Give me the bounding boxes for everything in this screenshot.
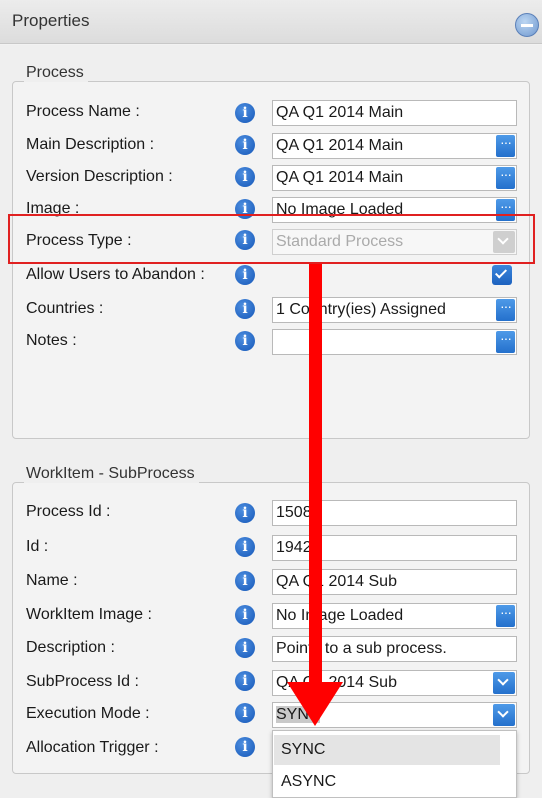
info-icon[interactable]: i <box>235 605 255 625</box>
more-icon[interactable] <box>496 298 515 321</box>
panel-header: Properties <box>0 0 542 44</box>
info-icon[interactable]: i <box>235 638 255 658</box>
description-label: Description : <box>26 639 115 656</box>
process-legend: Process <box>24 64 88 82</box>
info-icon[interactable]: i <box>235 103 255 123</box>
info-icon[interactable]: i <box>235 737 255 757</box>
more-icon[interactable] <box>496 166 515 189</box>
workitem-image-label: WorkItem Image : <box>26 606 152 623</box>
collapse-icon[interactable] <box>515 13 539 37</box>
info-icon[interactable]: i <box>235 571 255 591</box>
info-icon[interactable]: i <box>235 331 255 351</box>
countries-value: 1 Country(ies) Assigned <box>276 301 446 318</box>
main-description-value: QA Q1 2014 Main <box>276 137 404 154</box>
countries-label: Countries : <box>26 300 104 317</box>
id-label: Id : <box>26 538 49 555</box>
annotation-arrow-shaft <box>309 264 322 684</box>
chevron-down-icon[interactable] <box>493 704 515 726</box>
process-id-label: Process Id : <box>26 503 111 520</box>
chevron-down-icon[interactable] <box>493 672 515 694</box>
more-icon[interactable] <box>496 330 515 353</box>
process-name-field[interactable]: QA Q1 2014 Main <box>272 100 517 126</box>
info-icon[interactable]: i <box>235 135 255 155</box>
info-icon[interactable]: i <box>235 167 255 187</box>
allow-abandon-label: Allow Users to Abandon : <box>26 266 205 283</box>
version-description-field[interactable]: QA Q1 2014 Main <box>272 165 517 191</box>
more-icon[interactable] <box>496 604 515 627</box>
info-icon[interactable]: i <box>235 265 255 285</box>
execution-mode-dropdown: SYNC ASYNC <box>272 730 517 798</box>
info-icon[interactable]: i <box>235 503 255 523</box>
workitem-legend: WorkItem - SubProcess <box>24 465 199 483</box>
annotation-highlight-box <box>8 214 535 264</box>
process-name-label: Process Name : <box>26 103 140 120</box>
main-description-label: Main Description : <box>26 136 155 153</box>
subprocess-id-label: SubProcess Id : <box>26 673 139 690</box>
allow-abandon-checkbox[interactable] <box>492 265 512 285</box>
version-description-value: QA Q1 2014 Main <box>276 169 404 186</box>
panel-title: Properties <box>12 11 90 30</box>
workitem-image-value: No Image Loaded <box>276 607 404 624</box>
allocation-trigger-label: Allocation Trigger : <box>26 739 159 756</box>
info-icon[interactable]: i <box>235 671 255 691</box>
info-icon[interactable]: i <box>235 299 255 319</box>
dropdown-option-sync[interactable]: SYNC <box>274 735 500 765</box>
name-label: Name : <box>26 572 78 589</box>
execution-mode-label: Execution Mode : <box>26 705 150 722</box>
dropdown-option-async[interactable]: ASYNC <box>274 767 500 797</box>
annotation-arrow-head <box>287 682 343 726</box>
version-description-label: Version Description : <box>26 168 173 185</box>
info-icon[interactable]: i <box>235 537 255 557</box>
more-icon[interactable] <box>496 134 515 157</box>
main-description-field[interactable]: QA Q1 2014 Main <box>272 133 517 159</box>
notes-label: Notes : <box>26 332 77 349</box>
check-icon <box>494 266 508 279</box>
info-icon[interactable]: i <box>235 703 255 723</box>
